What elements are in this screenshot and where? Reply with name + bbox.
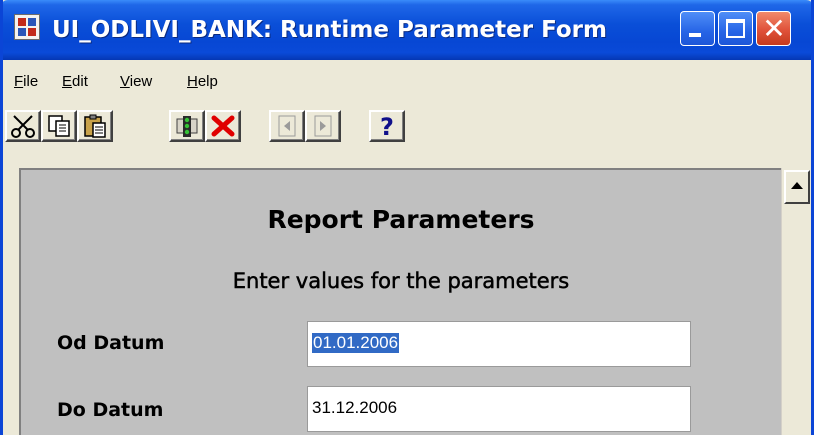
od-datum-label: Od Datum [57,332,165,354]
cancel-button[interactable] [205,110,241,142]
scroll-up-button[interactable] [784,170,810,204]
close-button[interactable]: ✕ [756,11,791,46]
help-icon: ? [380,113,394,139]
parameter-form: Report Parameters Enter values for the p… [19,168,781,435]
od-datum-value: 01.01.2006 [312,333,400,353]
svg-text:?: ? [380,113,394,139]
maximize-button[interactable] [718,11,753,46]
next-page-button[interactable] [305,110,341,142]
menu-view[interactable]: View [120,73,152,90]
form-title: Report Parameters [267,205,535,234]
do-datum-value: 31.12.2006 [312,398,398,417]
cut-button[interactable] [5,110,41,142]
minimize-button[interactable] [680,11,715,46]
next-page-icon [314,115,332,137]
maximize-icon [726,19,745,38]
menu-edit[interactable]: Edit [62,73,88,90]
form-subtitle: Enter values for the parameters [232,269,570,294]
window-title: UI_ODLIVI_BANK: Runtime Parameter Form [52,17,607,43]
previous-page-icon [278,115,296,137]
minimize-icon [689,33,701,37]
help-button[interactable]: ? [369,110,405,142]
copy-icon [48,115,70,137]
menu-help[interactable]: Help [187,73,218,90]
toolbar: ? [3,102,811,150]
run-report-icon [176,116,198,137]
oracle-reports-icon[interactable] [14,14,40,40]
do-datum-label: Do Datum [57,399,164,421]
close-icon: ✕ [762,12,786,45]
run-report-button[interactable] [169,110,205,142]
cancel-icon [211,115,235,137]
paste-icon [84,114,106,138]
cut-icon [11,115,35,138]
app-window: UI_ODLIVI_BANK: Runtime Parameter Form ✕… [0,0,814,435]
title-bar[interactable]: UI_ODLIVI_BANK: Runtime Parameter Form ✕ [3,0,811,60]
menu-file[interactable]: File [14,73,38,90]
do-datum-field[interactable]: 31.12.2006 [307,386,691,432]
paste-button[interactable] [77,110,113,142]
copy-button[interactable] [41,110,77,142]
arrow-up-icon [791,182,803,189]
menu-bar: File Edit View Help [3,60,811,102]
previous-page-button[interactable] [269,110,305,142]
od-datum-field[interactable]: 01.01.2006 [307,321,691,367]
vertical-scrollbar[interactable] [781,168,811,435]
